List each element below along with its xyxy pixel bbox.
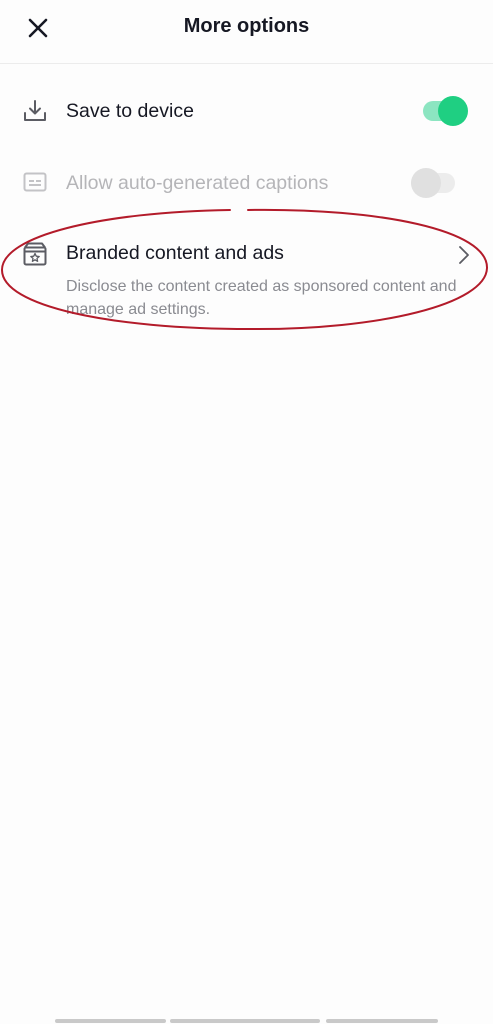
auto-captions-label: Allow auto-generated captions (66, 172, 329, 194)
save-to-device-row[interactable]: Save to device (0, 80, 493, 140)
bottom-indicator (55, 1019, 166, 1023)
more-options-screen: More options Save to device Allow auto-g… (0, 0, 493, 1024)
bottom-indicator (170, 1019, 320, 1023)
captions-icon (23, 172, 47, 192)
toggle-knob (411, 168, 441, 198)
chevron-right-icon (459, 246, 469, 264)
page-title: More options (183, 15, 310, 37)
save-to-device-label: Save to device (66, 100, 194, 122)
auto-captions-row[interactable]: Allow auto-generated captions (0, 152, 493, 212)
branded-content-icon (23, 242, 47, 266)
bottom-indicator (326, 1019, 438, 1023)
download-icon (24, 100, 46, 121)
branded-content-description: Disclose the content created as sponsore… (66, 278, 457, 318)
header: More options (0, 0, 493, 64)
branded-content-label: Branded content and ads (66, 242, 284, 264)
save-to-device-toggle[interactable] (423, 96, 469, 126)
auto-captions-toggle[interactable] (411, 168, 457, 198)
toggle-knob (438, 96, 468, 126)
branded-content-row[interactable]: Branded content and ads Disclose the con… (0, 225, 493, 325)
